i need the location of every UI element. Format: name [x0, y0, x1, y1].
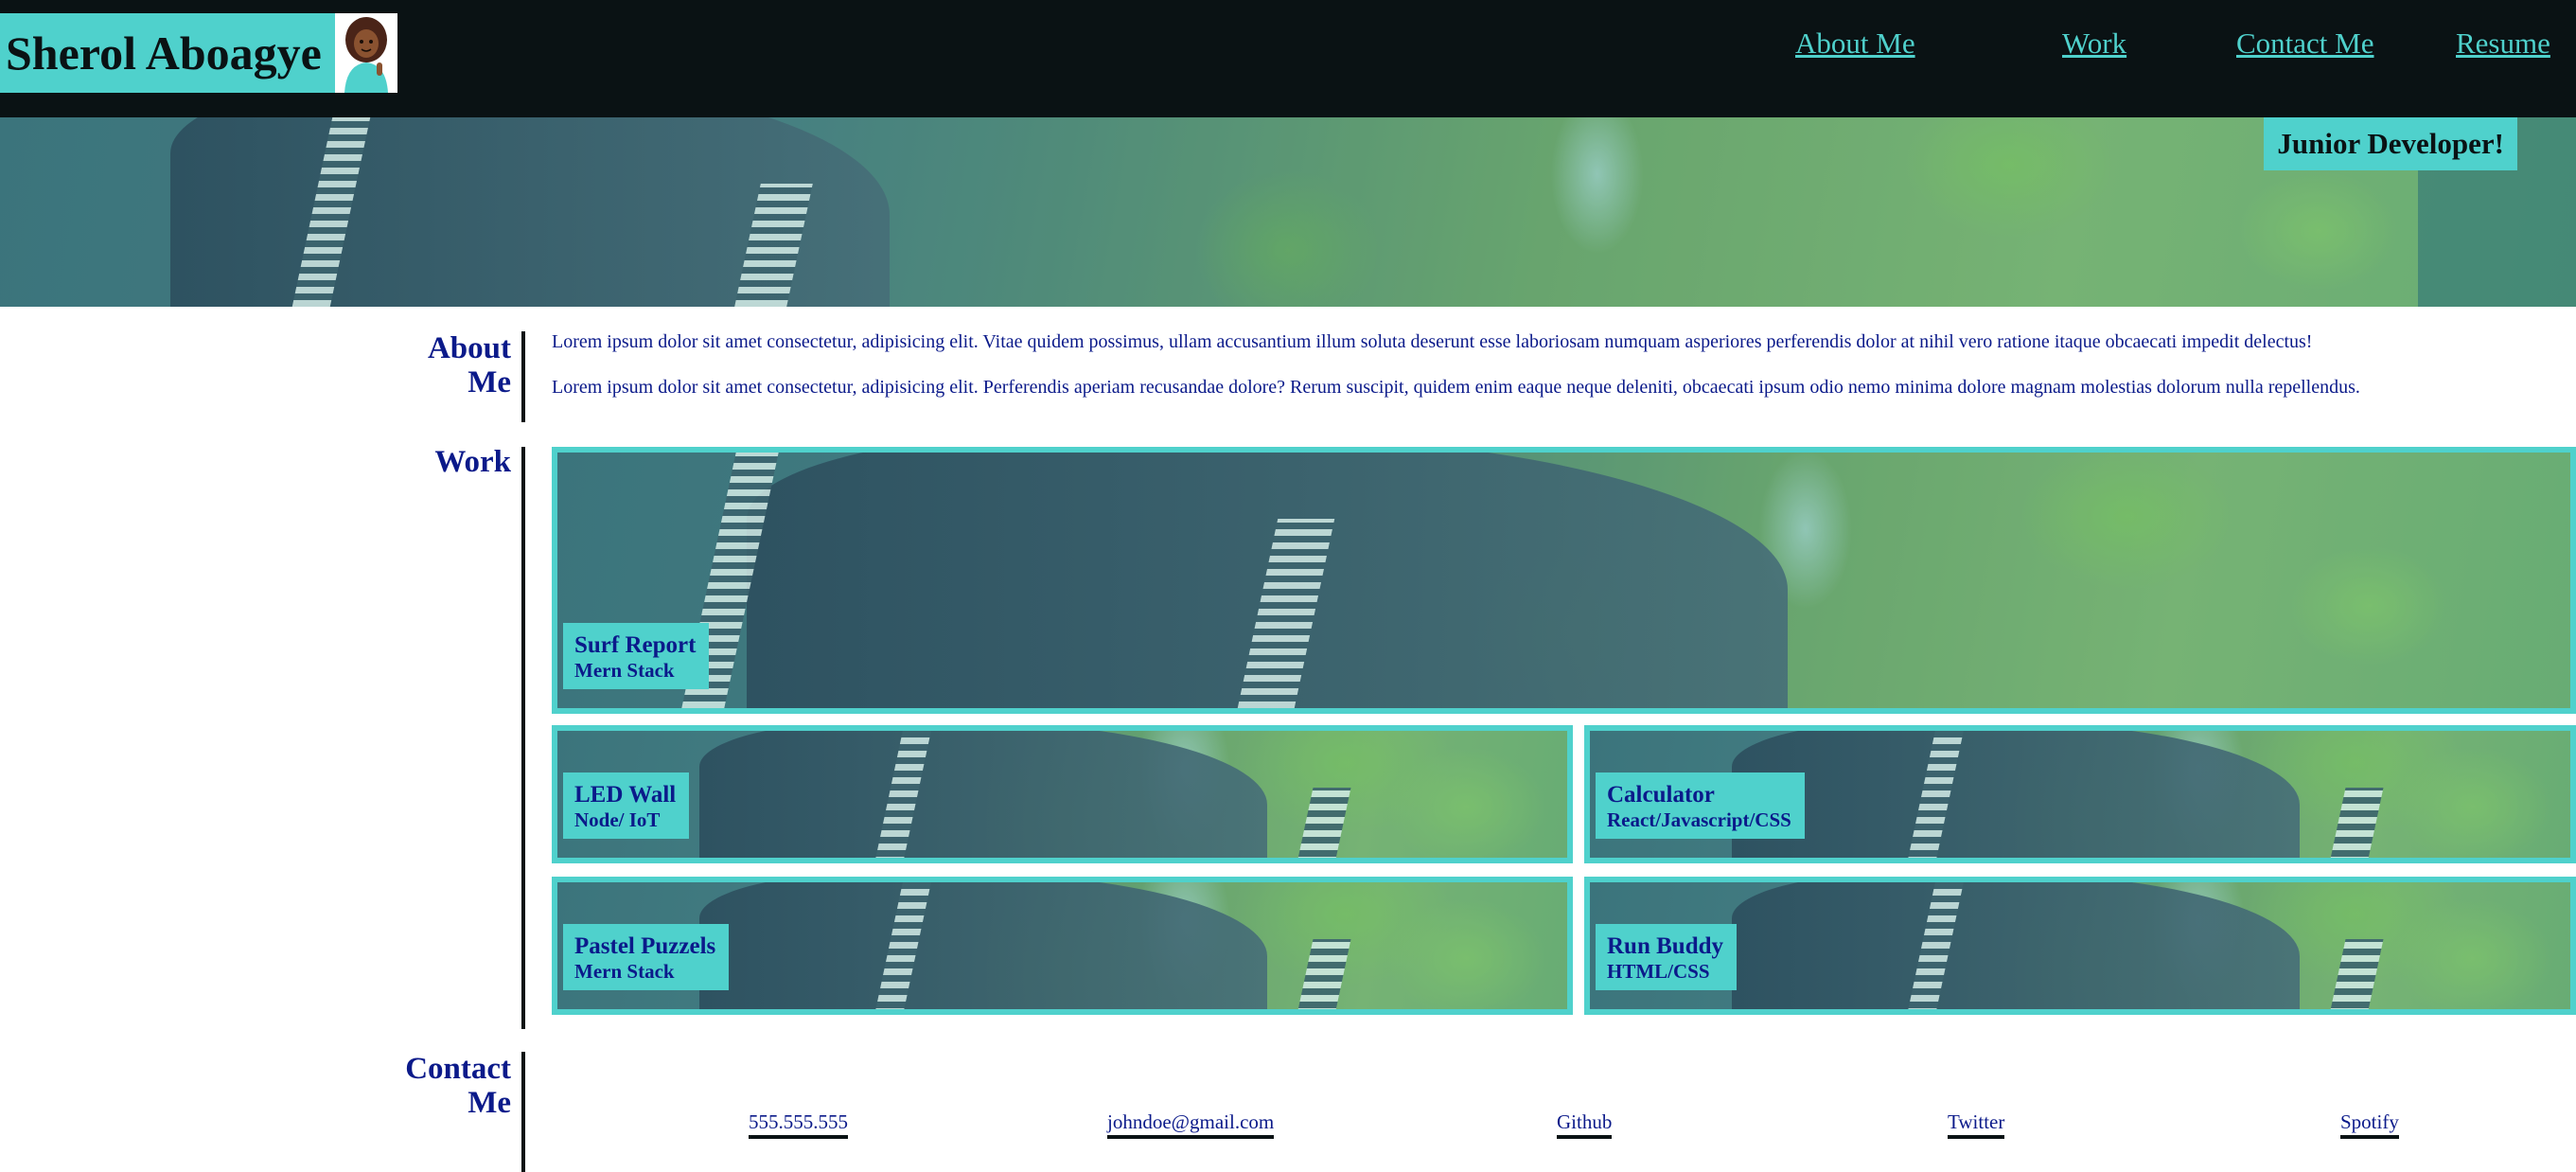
project-stack: Node/ IoT — [574, 808, 661, 831]
project-title: Pastel Puzzels — [574, 933, 716, 959]
project-stack: Mern Stack — [574, 960, 675, 983]
about-heading: About Me — [427, 331, 511, 400]
project-label: Pastel Puzzels Mern Stack — [563, 924, 730, 990]
work-heading: Work — [434, 445, 511, 479]
project-label: LED Wall Node/ IoT — [563, 772, 690, 839]
project-title: Surf Report — [574, 632, 697, 658]
nav-resume[interactable]: Resume — [2456, 27, 2550, 61]
main-nav: About Me Work Contact Me Resume — [1251, 27, 2576, 72]
hero-tagline: Junior Developer! — [2264, 117, 2517, 170]
project-stack: HTML/CSS — [1607, 960, 1710, 983]
about-divider — [521, 331, 525, 422]
project-title: Run Buddy — [1607, 933, 1723, 959]
project-label: Surf Report Mern Stack — [563, 623, 710, 689]
contact-github-link[interactable]: Github — [1557, 1110, 1613, 1139]
project-card-calculator[interactable]: Calculator React/Javascript/CSS — [1584, 725, 2576, 863]
avatar-illustration-icon — [334, 13, 397, 93]
project-label: Calculator React/Javascript/CSS — [1596, 772, 1805, 839]
nav-contact-me[interactable]: Contact Me — [2236, 27, 2374, 61]
site-header: Sherol Aboagye About Me Work Contact Me … — [0, 0, 2576, 117]
site-title: Sherol Aboagye — [0, 13, 335, 93]
project-title: Calculator — [1607, 782, 1715, 808]
about-paragraph-1: Lorem ipsum dolor sit amet consectetur, … — [552, 331, 2313, 352]
project-title: LED Wall — [574, 782, 677, 808]
hero-banner — [0, 117, 2576, 307]
contact-spotify-link[interactable]: Spotify — [2340, 1110, 2399, 1139]
project-card-run-buddy[interactable]: Run Buddy HTML/CSS — [1584, 877, 2576, 1015]
nav-about-me[interactable]: About Me — [1795, 27, 1915, 61]
avatar — [334, 13, 397, 93]
contact-phone-link[interactable]: 555.555.555 — [749, 1110, 848, 1139]
contact-twitter-link[interactable]: Twitter — [1948, 1110, 2005, 1139]
project-card-pastel-puzzels[interactable]: Pastel Puzzels Mern Stack — [552, 877, 1573, 1015]
about-body: Lorem ipsum dolor sit amet consectetur, … — [552, 331, 2558, 422]
brand[interactable]: Sherol Aboagye — [0, 13, 397, 93]
contact-email-link[interactable]: johndoe@gmail.com — [1107, 1110, 1275, 1139]
project-card-led-wall[interactable]: LED Wall Node/ IoT — [552, 725, 1573, 863]
about-paragraph-2: Lorem ipsum dolor sit amet consectetur, … — [552, 377, 2360, 398]
project-label: Run Buddy HTML/CSS — [1596, 924, 1737, 990]
project-card-surf-report[interactable]: Surf Report Mern Stack — [552, 447, 2576, 714]
work-divider — [521, 447, 525, 1029]
project-stack: React/Javascript/CSS — [1607, 808, 1791, 831]
contact-heading: Contact Me — [405, 1052, 511, 1120]
nav-work[interactable]: Work — [2062, 27, 2126, 61]
contact-divider — [521, 1052, 525, 1172]
project-stack: Mern Stack — [574, 659, 675, 682]
